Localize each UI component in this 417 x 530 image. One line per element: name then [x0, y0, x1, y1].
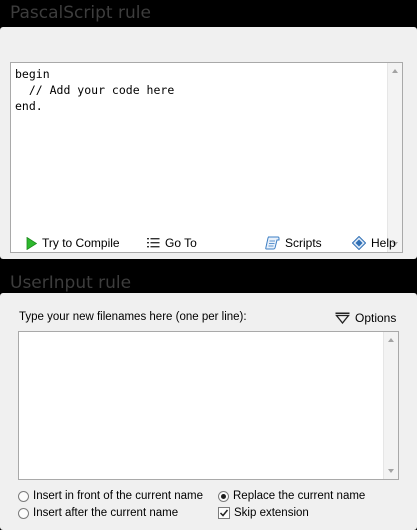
- insert-front-option[interactable]: Insert in front of the current name: [18, 488, 203, 504]
- scripts-button[interactable]: Scripts: [265, 234, 322, 252]
- insert-front-label: Insert in front of the current name: [33, 490, 204, 502]
- code-text[interactable]: begin // Add your code here end.: [15, 66, 174, 114]
- replace-label: Replace the current name: [233, 490, 366, 502]
- filenames-scrollbar[interactable]: [383, 332, 398, 479]
- line-list-icon: [147, 238, 160, 248]
- go-to-button[interactable]: Go To: [147, 234, 197, 252]
- pascalscript-rule-title: PascalScript rule: [10, 3, 151, 23]
- insert-front-radio[interactable]: [18, 490, 29, 502]
- pascalscript-panel: begin // Add your code here end. Try to …: [0, 27, 417, 259]
- insert-after-option[interactable]: Insert after the current name: [18, 505, 178, 521]
- checkmark-icon: [219, 509, 229, 517]
- scripts-label: Scripts: [285, 236, 322, 250]
- code-editor[interactable]: begin // Add your code here end.: [10, 62, 403, 253]
- options-button[interactable]: Options: [335, 309, 396, 327]
- options-dropdown-icon: [335, 312, 350, 324]
- filenames-instruction-label: Type your new filenames here (one per li…: [19, 311, 247, 323]
- insert-after-radio[interactable]: [18, 507, 29, 519]
- options-label: Options: [355, 311, 397, 325]
- try-to-compile-button[interactable]: Try to Compile: [26, 234, 120, 252]
- replace-option[interactable]: Replace the current name: [218, 488, 365, 504]
- scroll-up-arrow-icon[interactable]: [392, 69, 398, 73]
- skip-extension-option[interactable]: Skip extension: [218, 505, 309, 521]
- help-button[interactable]: Help: [352, 234, 396, 252]
- replace-radio[interactable]: [218, 490, 229, 502]
- insert-after-label: Insert after the current name: [33, 507, 179, 519]
- go-to-label: Go To: [165, 236, 197, 250]
- scroll-up-arrow-icon[interactable]: [388, 338, 394, 342]
- code-editor-scrollbar[interactable]: [387, 63, 402, 252]
- scroll-down-arrow-icon[interactable]: [388, 469, 394, 473]
- help-diamond-icon: [352, 236, 366, 250]
- help-label: Help: [371, 236, 396, 250]
- new-filenames-textarea[interactable]: [18, 331, 399, 480]
- skip-extension-checkbox[interactable]: [218, 507, 230, 519]
- try-to-compile-label: Try to Compile: [42, 236, 120, 250]
- skip-extension-label: Skip extension: [234, 507, 309, 519]
- play-icon: [26, 236, 37, 250]
- scroll-document-icon: [265, 236, 280, 250]
